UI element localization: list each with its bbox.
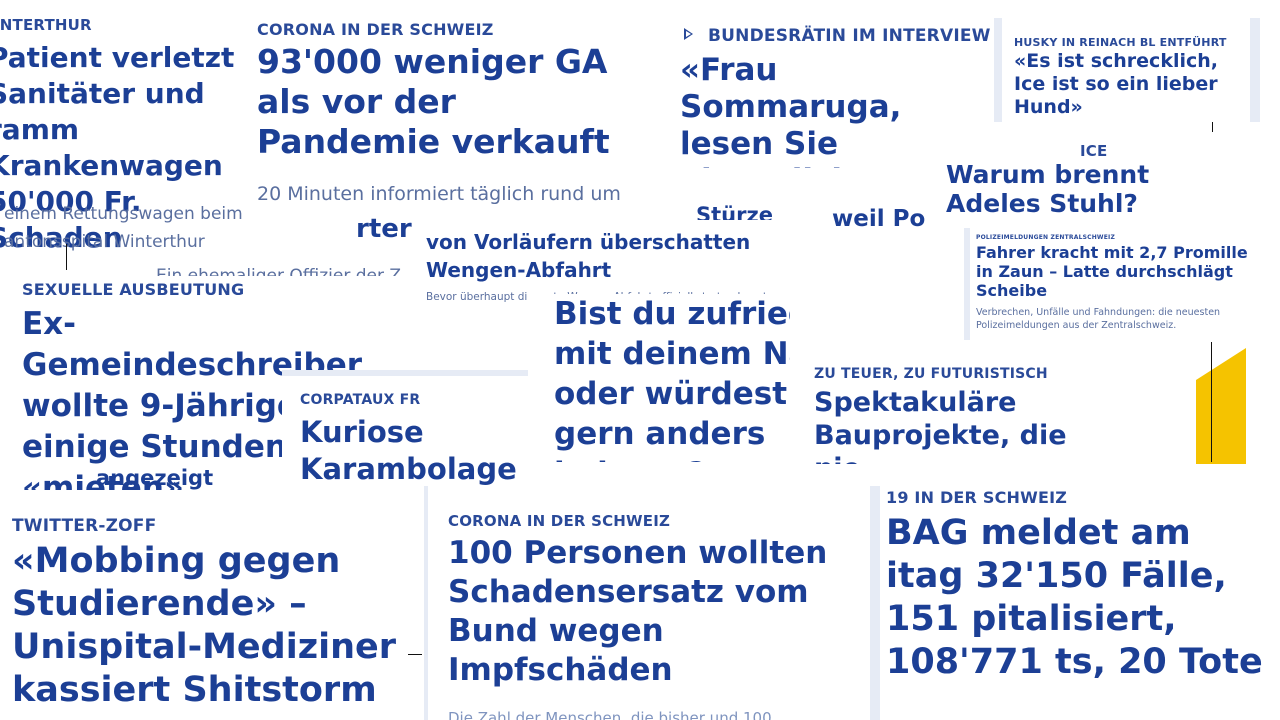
card-headline: «Es ist schrecklich, Ice ist so ein lieb… xyxy=(1014,50,1218,118)
article-card-namen[interactable]: Bist du zufrieden mit deinem Namen oder … xyxy=(528,294,790,462)
divider-line xyxy=(1211,342,1212,462)
card-kicker: ICE xyxy=(1080,142,1108,160)
card-headline: «Mobbing gegen Studierende» – Unispital-… xyxy=(12,541,396,710)
card-headline-2: weil Po xyxy=(832,206,926,232)
article-card-polizei[interactable]: POLIZEIMELDUNGEN ZENTRALSCHWEIZ Fahrer k… xyxy=(964,228,1258,340)
divider-line xyxy=(66,244,67,270)
card-kicker: BUNDESRÄTIN IM INTERVIEW xyxy=(708,26,991,46)
card-headline: 100 Personen wollten Schadensersatz vom … xyxy=(448,535,828,688)
card-teaser: Die Zahl der Menschen, die bisher und 10… xyxy=(448,709,772,720)
card-kicker: CORONA IN DER SCHWEIZ xyxy=(448,512,671,530)
card-headline: von Vorläufern überschatten Wengen-Abfah… xyxy=(426,230,751,282)
card-teaser: Verbrechen, Unfälle und Fahndungen: die … xyxy=(976,307,1221,331)
card-headline: Fahrer kracht mit 2,7 Promille in Zaun –… xyxy=(976,243,1248,300)
article-card-corpataux[interactable]: CORPATAUX FR Kuriose Karambolage fordert… xyxy=(282,370,528,490)
card-headline: Bist du zufrieden mit deinem Namen oder … xyxy=(554,296,790,462)
article-card-twitter[interactable]: TWITTER-ZOFF «Mobbing gegen Studierende»… xyxy=(0,492,418,720)
card-kicker: HUSKY IN REINACH BL ENTFÜHRT xyxy=(1014,36,1227,49)
accent-graphic xyxy=(1192,340,1248,464)
card-kicker: CORONA IN DER SCHWEIZ xyxy=(257,20,494,39)
article-card-adele[interactable]: ICE Warum brennt Adeles Stuhl? xyxy=(928,122,1253,244)
card-headline: BAG meldet am itag 32'150 Fälle, 151 pit… xyxy=(886,513,1263,682)
card-kicker: ZU TEUER, ZU FUTURISTISCH xyxy=(814,366,1048,382)
card-headline-extra: angezeigt xyxy=(96,466,214,490)
divider-line xyxy=(408,654,422,655)
card-kicker: TWITTER-ZOFF xyxy=(12,516,157,536)
article-card-impfschaeden[interactable]: CORONA IN DER SCHWEIZ 100 Personen wollt… xyxy=(424,486,884,720)
card-headline: Warum brennt Adeles Stuhl? xyxy=(946,160,1150,218)
card-kicker: POLIZEIMELDUNGEN ZENTRALSCHWEIZ xyxy=(976,234,1116,241)
article-card-ga[interactable]: CORONA IN DER SCHWEIZ 93'000 weniger GA … xyxy=(243,4,663,244)
card-kicker: SEXUELLE AUSBEUTUNG xyxy=(22,280,245,299)
yellow-wedge-icon xyxy=(1196,348,1246,464)
article-card-bauprojekte[interactable]: ZU TEUER, ZU FUTURISTISCH Spektakuläre B… xyxy=(792,358,1186,464)
card-headline: Kuriose Karambolage fordert vier Verletz… xyxy=(300,415,517,490)
card-headline: rter xyxy=(356,214,412,244)
card-teaser: 20 Minuten informiert täglich rund um xyxy=(257,183,621,205)
card-kicker: INTERTHUR xyxy=(0,16,92,34)
card-kicker: CORPATAUX FR xyxy=(300,392,421,408)
divider-line xyxy=(1212,122,1213,132)
card-headline: 93'000 weniger GA als vor der Pandemie v… xyxy=(257,42,610,161)
card-headline: Spektakuläre Bauprojekte, die nie xyxy=(814,387,1067,464)
card-teaser: einem Rettungswagen beim antonsspital Wi… xyxy=(4,204,243,252)
article-card-husky[interactable]: HUSKY IN REINACH BL ENTFÜHRT «Es ist sch… xyxy=(994,18,1260,122)
article-card-bag[interactable]: 19 IN DER SCHWEIZ BAG meldet am itag 32'… xyxy=(880,472,1280,720)
article-card-wengen[interactable]: von Vorläufern überschatten Wengen-Abfah… xyxy=(414,220,826,302)
card-kicker: 19 IN DER SCHWEIZ xyxy=(886,488,1068,507)
play-icon-inner xyxy=(686,31,691,37)
article-card-winterthur[interactable]: INTERTHUR Patient verletzt Sanitäter und… xyxy=(0,6,250,256)
